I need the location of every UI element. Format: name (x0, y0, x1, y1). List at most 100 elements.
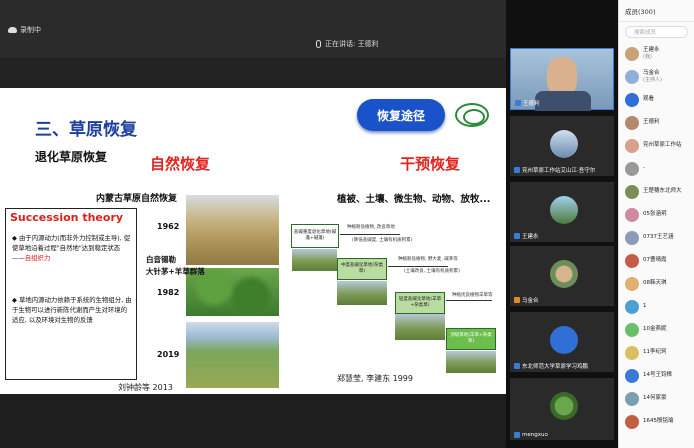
avatar (550, 196, 578, 224)
video-name: 兖州草原工作站艾山江·吾守尔 (522, 168, 596, 174)
member-item[interactable]: 1 (619, 295, 694, 318)
member-name: 07曹晴霞 (643, 257, 667, 264)
video-name: mengxuo (522, 432, 548, 438)
member-item[interactable]: 观看 (619, 88, 694, 111)
video-name: 东北师范大学草原学习鸡鹏 (522, 364, 589, 370)
university-logo-icon (455, 103, 489, 127)
member-item[interactable]: 14何家豪 (619, 387, 694, 410)
member-item[interactable]: 兖州草原工作站 (619, 134, 694, 157)
succession-bullet-1: ◆ 由于内源动力(而非外力控制或主导), 促使草地沿着过程"自然地"达到稳定状态… (12, 233, 132, 263)
member-name: 王楚穗东北师大 (643, 188, 682, 195)
video-tile[interactable]: mengxuo (510, 378, 614, 440)
recording-indicator[interactable]: 录制中 (8, 25, 41, 35)
meeting-app: 录制中 正在讲话: 王德利 三、草原恢复 退化草原恢复 恢复途径 自然恢复 干预… (0, 0, 694, 448)
member-search-input[interactable]: 搜索成员 (625, 26, 688, 38)
cloud-icon (8, 27, 17, 33)
succession-title: Succession theory (10, 211, 124, 224)
bottom-area (0, 394, 506, 448)
member-name: 14何家豪 (643, 395, 667, 402)
member-item[interactable]: 0737王艺涵 (619, 226, 694, 249)
member-name: 兖州草原工作站 (643, 142, 682, 149)
arrow-connector (388, 266, 448, 267)
member-name-text: 王建永 (643, 46, 660, 53)
member-item[interactable]: 王楚穗东北师大 (619, 180, 694, 203)
member-item[interactable]: 11李纪珂 (619, 341, 694, 364)
video-label: 王德利 (515, 99, 540, 107)
avatar (625, 391, 639, 406)
stage-node-light: 轻度盐碱化草地(羊草+杂类草) (395, 292, 445, 314)
year-label: 2019 (157, 350, 180, 359)
member-name: 1645殷铭瑜 (643, 418, 674, 425)
stage-photo (292, 249, 337, 271)
video-name: 王建永 (522, 234, 539, 240)
mic-icon (514, 233, 520, 239)
mic-icon (514, 363, 520, 369)
diagram-annotation: 种植优良植物羊草等 (452, 293, 493, 298)
member-item[interactable]: 1645殷铭瑜 (619, 410, 694, 433)
member-name-text: 14何家豪 (643, 395, 667, 401)
video-column: 王德利 兖州草原工作站艾山江·吾守尔 王建永 马金合 东北师范大学草原学习鸡鹏 … (506, 0, 618, 448)
grassland-photo-2019 (186, 322, 279, 388)
member-item[interactable]: 07曹晴霞 (619, 249, 694, 272)
shared-slide: 三、草原恢复 退化草原恢复 恢复途径 自然恢复 干预恢复 内蒙古草原自然恢复 植… (0, 88, 506, 394)
diagram-annotation: 种植耐盐植物, 改良草地 (347, 225, 395, 230)
video-tile-speaker[interactable]: 王德利 (510, 48, 614, 111)
bullet-1-highlight: 自组织力 (24, 254, 51, 262)
member-item[interactable]: 10金燕妮 (619, 318, 694, 341)
video-label: 马金合 (514, 296, 539, 304)
diamond-bullet-icon: ◆ (12, 234, 19, 242)
avatar (550, 130, 578, 158)
video-tile[interactable]: 马金合 (510, 246, 614, 306)
stage-node-moderate: 中度盐碱化草地(杂类草) (337, 258, 387, 280)
member-name: - (643, 165, 645, 172)
member-name-text: 10金燕妮 (643, 326, 667, 332)
member-panel: 成员(300) 搜索成员 王建永 (我) 马金合 (主持人) 观看 王德利 兖州草原工作站 -… (618, 0, 694, 448)
year-label: 1982 (157, 288, 180, 297)
member-name: 08韩天琪 (643, 280, 667, 287)
diagram-annotation: 种植耐盐植物, 野大麦, 碱茅等 (398, 257, 458, 262)
stage-photo (337, 281, 387, 305)
stage-photo (446, 351, 496, 373)
video-tile[interactable]: 兖州草原工作站艾山江·吾守尔 (510, 116, 614, 176)
video-tile[interactable]: 东北师范大学草原学习鸡鹏 (510, 312, 614, 372)
member-name-text: 王楚穗东北师大 (643, 188, 682, 194)
avatar (625, 368, 639, 383)
mic-icon (514, 432, 520, 438)
video-tile[interactable]: 王建永 (510, 182, 614, 242)
avatar (625, 299, 639, 314)
member-item[interactable]: 08韩天琪 (619, 272, 694, 295)
avatar (625, 69, 639, 84)
member-name-text: 王德利 (643, 119, 660, 125)
member-item[interactable]: 王德利 (619, 111, 694, 134)
avatar (625, 322, 639, 337)
stage-community: 大针茅+羊草群落 (146, 267, 205, 276)
slide-title: 三、草原恢复 (35, 120, 137, 140)
member-name-text: 兖州草原工作站 (643, 142, 682, 148)
avatar (625, 92, 639, 107)
member-name-text: 0737王艺涵 (643, 234, 674, 240)
citation-right: 郑慧莹, 李建东 1999 (337, 374, 413, 383)
inner-mongolia-title: 内蒙古草原自然恢复 (96, 194, 178, 204)
member-list: 王建永 (我) 马金合 (主持人) 观看王德利兖州草原工作站 - 王楚穗东北师大 05张涵玥 0… (619, 42, 694, 433)
recording-label: 录制中 (20, 26, 41, 34)
avatar (625, 115, 639, 130)
member-name-text: 07曹晴霞 (643, 257, 667, 263)
video-name: 马金合 (522, 298, 539, 304)
member-name-text: 08韩天琪 (643, 280, 667, 286)
member-name: 观看 (643, 96, 654, 103)
member-item[interactable]: 14号王钧樟 (619, 364, 694, 387)
mic-icon (316, 40, 321, 48)
succession-bullet-2: ◆ 草地内源动力依赖于系统的生物组分, 由于生物可以进行新陈代谢而产生对环境的适… (12, 295, 132, 325)
member-item[interactable]: 马金合 (主持人) (619, 65, 694, 88)
member-name: 05张涵玥 (643, 211, 667, 218)
member-item[interactable]: - (619, 157, 694, 180)
member-name-text: - (643, 165, 645, 171)
member-item[interactable]: 05张涵玥 (619, 203, 694, 226)
member-name-text: 马金合 (643, 69, 660, 76)
member-name-text: 05张涵玥 (643, 211, 667, 217)
member-name: 0737王艺涵 (643, 234, 674, 241)
member-item[interactable]: 王建永 (我) (619, 42, 694, 65)
stage-node-severe: 盐碱重度退化草地(碱蓬+碱蓬) (291, 224, 339, 248)
member-name: 王德利 (643, 119, 660, 126)
avatar (550, 326, 578, 354)
